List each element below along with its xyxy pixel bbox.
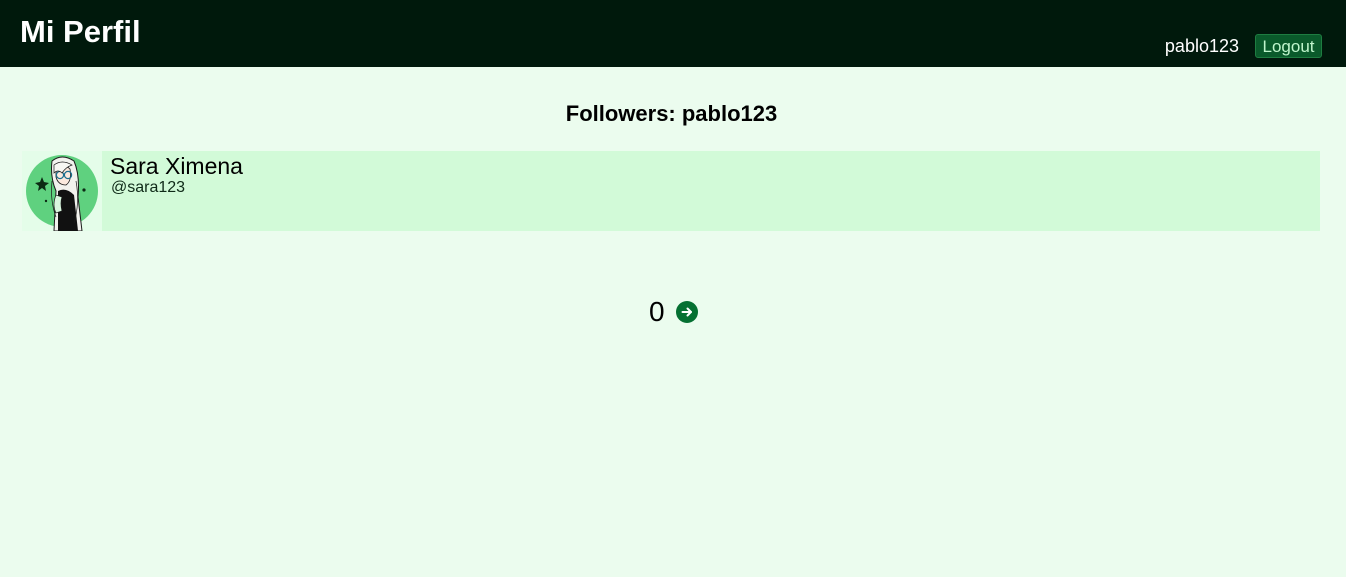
follower-name[interactable]: Sara Ximena: [110, 153, 243, 179]
app-title: Mi Perfil: [20, 14, 141, 49]
next-page-button[interactable]: [676, 301, 698, 323]
avatar[interactable]: [22, 151, 102, 231]
arrow-right-circle-icon: [681, 307, 692, 317]
page-number: 0: [649, 296, 665, 327]
top-navbar: Mi Perfil pablo123 Logout: [0, 0, 1346, 67]
current-username[interactable]: pablo123: [1165, 36, 1239, 56]
avatar-illustration-icon: [26, 155, 98, 231]
logout-button[interactable]: Logout: [1255, 34, 1322, 58]
follower-list-item[interactable]: Sara Ximena @sara123: [22, 151, 1320, 231]
page-heading: Followers: pablo123: [565, 101, 778, 126]
follower-handle: @sara123: [111, 179, 186, 196]
